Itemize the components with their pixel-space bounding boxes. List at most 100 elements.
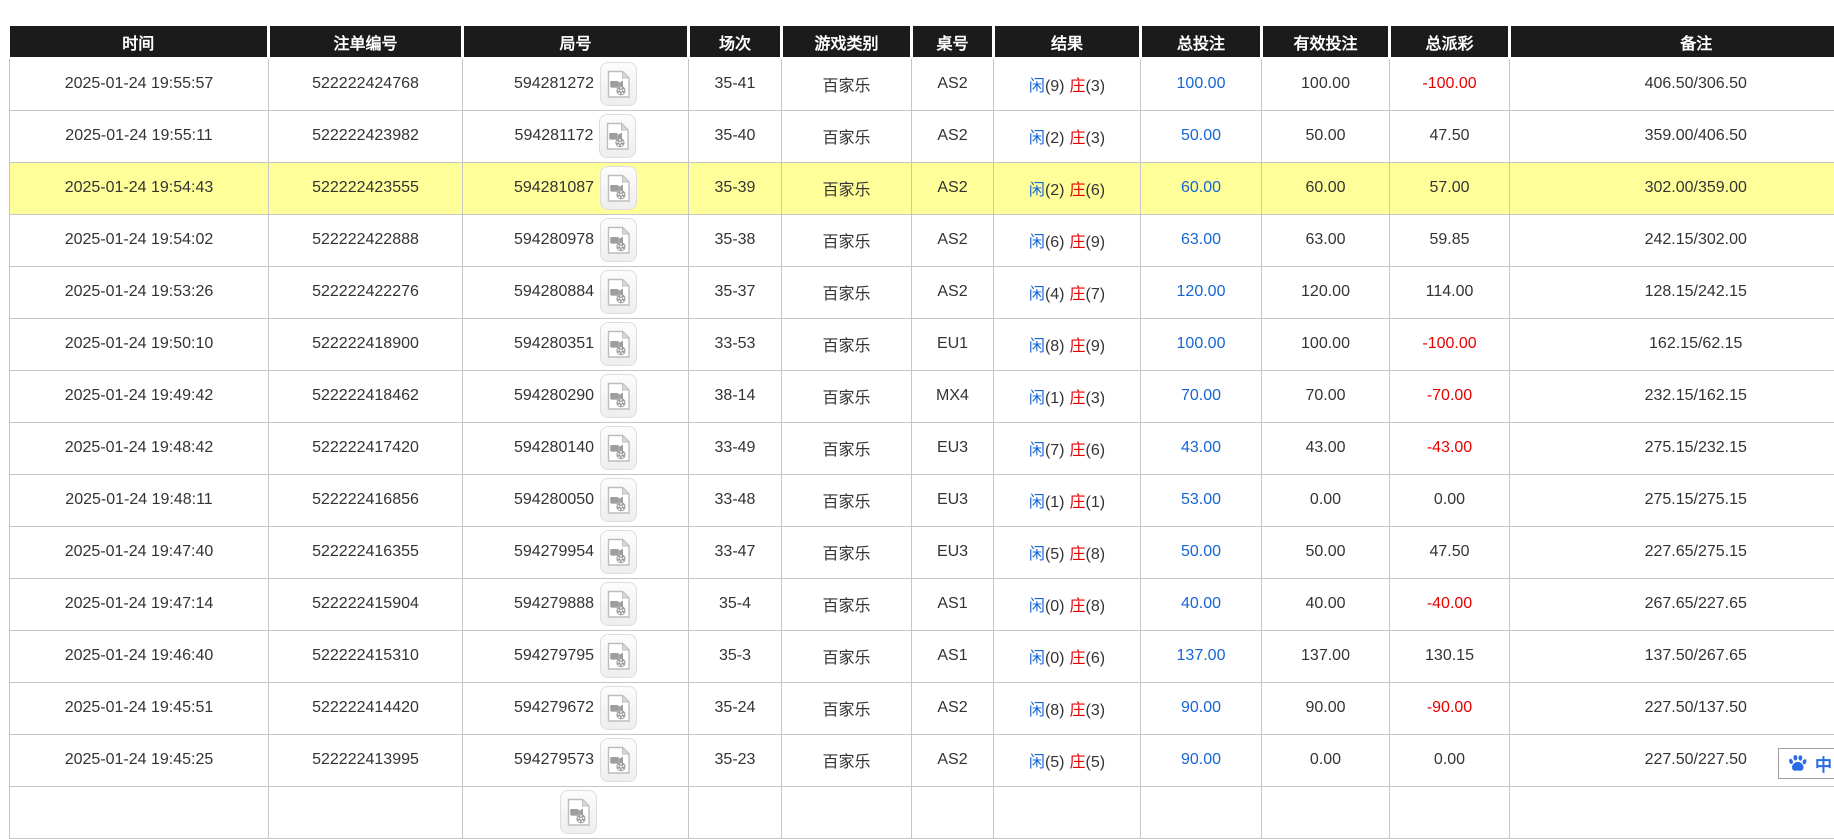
video-replay-button[interactable] — [600, 478, 637, 522]
video-replay-button[interactable] — [600, 218, 637, 262]
cell-total-bet[interactable]: 50.00 — [1141, 110, 1262, 162]
result-banker-label: 庄 — [1070, 130, 1086, 147]
cell-table-no: EU1 — [912, 318, 994, 370]
header-payout: 总派彩 — [1390, 26, 1510, 58]
cell-bet-no: 522222418900 — [269, 318, 463, 370]
result-player-score: (5) — [1045, 546, 1065, 563]
video-replay-button[interactable] — [600, 634, 637, 678]
result-banker-label: 庄 — [1070, 234, 1086, 251]
cell-bet-no: 522222416856 — [269, 474, 463, 526]
cell-session: 33-47 — [689, 526, 782, 578]
cell-round-no: 594280351 — [514, 335, 594, 352]
cell-total-bet[interactable]: 137.00 — [1141, 630, 1262, 682]
cell-total-bet[interactable] — [1141, 786, 1262, 838]
cell-valid-bet: 90.00 — [1262, 682, 1390, 734]
cell-result: 闲(2)庄(6) — [994, 162, 1141, 214]
result-player-label: 闲 — [1029, 182, 1045, 199]
cell-total-bet[interactable]: 63.00 — [1141, 214, 1262, 266]
result-banker-label: 庄 — [1070, 598, 1086, 615]
result-banker-label: 庄 — [1070, 390, 1086, 407]
cell-total-bet[interactable]: 90.00 — [1141, 734, 1262, 786]
result-player-label: 闲 — [1029, 754, 1045, 771]
cell-valid-bet: 100.00 — [1262, 318, 1390, 370]
video-replay-button[interactable] — [600, 686, 637, 730]
header-round-no: 局号 — [463, 26, 689, 58]
cell-time: 2025-01-24 19:50:10 — [10, 318, 269, 370]
video-replay-button[interactable] — [600, 62, 637, 106]
cell-remark: 232.15/162.15 — [1510, 370, 1834, 422]
cell-total-bet[interactable]: 40.00 — [1141, 578, 1262, 630]
cell-total-bet[interactable]: 60.00 — [1141, 162, 1262, 214]
cell-result: 闲(8)庄(9) — [994, 318, 1141, 370]
table-row: 2025-01-24 19:54:43 522222423555 5942810… — [10, 162, 1834, 214]
cell-valid-bet: 0.00 — [1262, 474, 1390, 526]
cell-game-type: 百家乐 — [782, 682, 912, 734]
header-result: 结果 — [994, 26, 1141, 58]
cell-round-no: 594281272 — [514, 75, 594, 92]
cell-session: 35-24 — [689, 682, 782, 734]
cell-bet-no: 522222415904 — [269, 578, 463, 630]
cell-remark: 275.15/232.15 — [1510, 422, 1834, 474]
cell-time: 2025-01-24 19:47:40 — [10, 526, 269, 578]
cell-payout: 130.15 — [1390, 630, 1510, 682]
result-player-label: 闲 — [1029, 390, 1045, 407]
cell-result: 闲(8)庄(3) — [994, 682, 1141, 734]
video-file-icon — [606, 746, 631, 775]
header-valid-bet: 有效投注 — [1262, 26, 1390, 58]
video-replay-button[interactable] — [599, 114, 636, 158]
video-replay-button[interactable] — [600, 426, 637, 470]
cell-total-bet[interactable]: 100.00 — [1141, 318, 1262, 370]
cell-result: 闲(1)庄(3) — [994, 370, 1141, 422]
cell-table-no: AS1 — [912, 578, 994, 630]
cell-total-bet[interactable]: 50.00 — [1141, 526, 1262, 578]
video-replay-button[interactable] — [560, 790, 597, 834]
cell-game-type: 百家乐 — [782, 214, 912, 266]
cell-total-bet[interactable]: 70.00 — [1141, 370, 1262, 422]
video-replay-button[interactable] — [600, 374, 637, 418]
cell-round-no: 594281087 — [514, 179, 594, 196]
cell-total-bet[interactable]: 43.00 — [1141, 422, 1262, 474]
video-replay-button[interactable] — [600, 322, 637, 366]
cell-game-type: 百家乐 — [782, 422, 912, 474]
video-replay-button[interactable] — [600, 530, 637, 574]
video-replay-button[interactable] — [600, 582, 637, 626]
video-replay-button[interactable] — [600, 166, 637, 210]
cell-payout: 59.85 — [1390, 214, 1510, 266]
result-player-score: (4) — [1045, 286, 1065, 303]
cell-remark: 227.65/275.15 — [1510, 526, 1834, 578]
cell-session: 35-37 — [689, 266, 782, 318]
cell-payout: 0.00 — [1390, 734, 1510, 786]
result-player-label: 闲 — [1029, 598, 1045, 615]
result-banker-label: 庄 — [1070, 546, 1086, 563]
result-player-label: 闲 — [1029, 78, 1045, 95]
table-row: 2025-01-24 19:54:02 522222422888 5942809… — [10, 214, 1834, 266]
cell-remark: 137.50/267.65 — [1510, 630, 1834, 682]
cell-remark: 406.50/306.50 — [1510, 58, 1834, 110]
cell-payout: -43.00 — [1390, 422, 1510, 474]
cell-session: 33-53 — [689, 318, 782, 370]
result-banker-score: (9) — [1086, 234, 1106, 251]
video-file-icon — [606, 330, 631, 359]
cell-result: 闲(4)庄(7) — [994, 266, 1141, 318]
cell-session: 35-41 — [689, 58, 782, 110]
cell-total-bet[interactable]: 120.00 — [1141, 266, 1262, 318]
table-row — [10, 786, 1834, 838]
cell-total-bet[interactable]: 100.00 — [1141, 58, 1262, 110]
result-player-label: 闲 — [1029, 130, 1045, 147]
cell-valid-bet — [1262, 786, 1390, 838]
result-player-label: 闲 — [1029, 338, 1045, 355]
video-file-icon — [605, 122, 630, 151]
result-player-score: (8) — [1045, 338, 1065, 355]
video-file-icon — [606, 174, 631, 203]
baidu-paw-icon — [1787, 753, 1808, 774]
video-replay-button[interactable] — [600, 270, 637, 314]
cell-remark: 242.15/302.00 — [1510, 214, 1834, 266]
ime-indicator[interactable]: 中 — [1778, 748, 1834, 779]
cell-round-no: 594279888 — [514, 595, 594, 612]
result-banker-score: (7) — [1086, 286, 1106, 303]
video-replay-button[interactable] — [600, 738, 637, 782]
cell-total-bet[interactable]: 53.00 — [1141, 474, 1262, 526]
cell-total-bet[interactable]: 90.00 — [1141, 682, 1262, 734]
cell-time: 2025-01-24 19:55:11 — [10, 110, 269, 162]
cell-game-type: 百家乐 — [782, 370, 912, 422]
